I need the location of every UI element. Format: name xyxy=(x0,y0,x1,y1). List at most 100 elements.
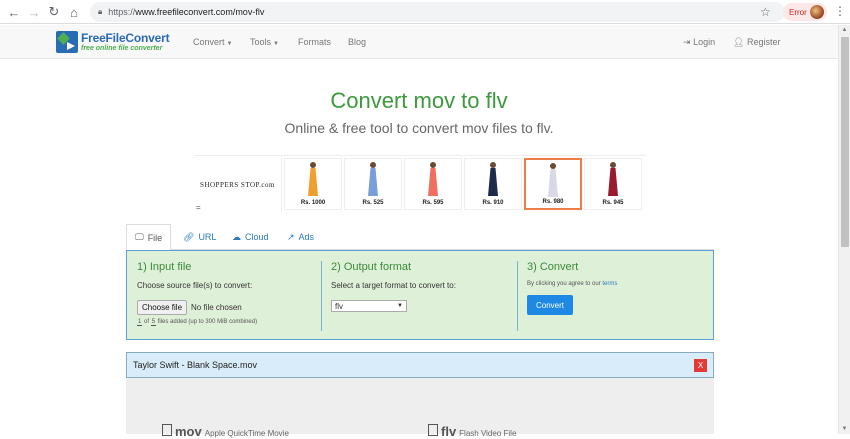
output-format-select[interactable]: flv ▼ xyxy=(331,300,407,312)
site-navbar: FreeFileConvert free online file convert… xyxy=(0,25,838,59)
convert-button[interactable]: Convert xyxy=(527,295,573,315)
ad-product-item[interactable]: Rs. 945 xyxy=(584,158,642,210)
logo-tagline: free online file converter xyxy=(81,45,163,52)
ad-menu-icon[interactable]: = xyxy=(196,203,201,212)
select-arrow-icon: ▼ xyxy=(397,303,403,309)
ad-product-item[interactable]: Rs. 525 xyxy=(344,158,402,210)
input-column: 1) Input file Choose source file(s) to c… xyxy=(137,261,317,331)
caret-down-icon: ▼ xyxy=(226,41,233,47)
ad-product-price: Rs. 595 xyxy=(422,200,444,206)
external-link-icon: ↗ xyxy=(287,231,295,242)
ad-product-price: Rs. 945 xyxy=(602,200,624,206)
output-prompt: Select a target format to convert to: xyxy=(331,281,456,290)
tab-ads[interactable]: ↗ Ads xyxy=(287,224,314,250)
page-scrollbar[interactable]: ▲ ▼ xyxy=(838,25,850,434)
back-arrow-icon[interactable]: ← xyxy=(4,2,24,22)
file-entry: Taylor Swift - Blank Space.mov X xyxy=(126,352,714,378)
login-link[interactable]: ⇥ Login xyxy=(683,37,715,48)
output-format-value: flv xyxy=(335,301,343,311)
input-prompt: Choose source file(s) to convert: xyxy=(137,281,253,290)
error-label: Error xyxy=(789,7,807,17)
cloud-icon: ☁ xyxy=(232,231,241,242)
ad-product-item[interactable]: Rs. 980 xyxy=(524,158,582,210)
output-column: 2) Output format Select a target format … xyxy=(331,261,511,331)
lock-icon: 🔒︎ xyxy=(98,7,103,16)
url-text: www.freefileconvert.com/mov-flv xyxy=(135,7,265,17)
tab-url-label: URL xyxy=(198,232,217,242)
caret-down-icon: ▼ xyxy=(273,41,279,47)
login-icon: ⇥ xyxy=(683,37,691,47)
scroll-thumb[interactable] xyxy=(841,37,849,247)
monitor-icon: 🖵︎ xyxy=(135,232,144,242)
product-image xyxy=(308,162,318,196)
avatar[interactable] xyxy=(810,5,824,19)
file-count-suffix: files added (up to 300 MiB combined) xyxy=(157,319,258,325)
input-title: 1) Input file xyxy=(137,261,192,273)
link-icon: 🔗︎ xyxy=(183,231,195,242)
terms-link[interactable]: terms xyxy=(602,281,617,287)
user-icon: 👤︎ xyxy=(733,37,745,47)
page-subtitle: Online & free tool to convert mov files … xyxy=(284,120,554,136)
ad-product-item[interactable]: Rs. 910 xyxy=(464,158,522,210)
convert-title: 3) Convert xyxy=(527,261,579,273)
tab-ads-label: Ads xyxy=(298,232,315,242)
remove-file-button[interactable]: X xyxy=(694,359,707,372)
menu-kebab-icon[interactable]: ⋮ xyxy=(834,4,846,18)
scroll-up-icon[interactable]: ▲ xyxy=(839,25,850,35)
target-format: flv Flash Video File xyxy=(428,424,516,439)
output-title: 2) Output format xyxy=(331,261,412,273)
file-count: 1 of 5 files added (up to 300 MiB combin… xyxy=(137,319,317,326)
column-divider xyxy=(517,261,518,331)
nav-formats-label: Formats xyxy=(298,37,332,47)
file-count-of: of xyxy=(144,319,150,325)
source-format: mov Apple QuickTime Movie xyxy=(162,424,289,439)
scroll-down-icon[interactable]: ▼ xyxy=(839,424,850,434)
nav-tools-label: Tools xyxy=(250,37,272,47)
nav-blog-label: Blog xyxy=(348,37,367,47)
ad-banner[interactable]: SHOPPERS STOP.com = Rs. 1000 Rs. 525 Rs. 5… xyxy=(194,155,646,213)
register-link[interactable]: 👤︎ Register xyxy=(733,37,780,48)
converter-panel: 1) Input file Choose source file(s) to c… xyxy=(126,250,714,340)
ad-product-item[interactable]: Rs. 595 xyxy=(404,158,462,210)
nav-tools[interactable]: Tools ▼ xyxy=(250,37,279,47)
browser-toolbar: ← → ↻ ⌂ 🔒︎ https:// www.freefileconvert.… xyxy=(0,0,850,24)
forward-arrow-icon[interactable]: → xyxy=(24,2,44,22)
file-doc-icon xyxy=(428,424,438,436)
no-file-text: No file chosen xyxy=(191,303,242,312)
product-image xyxy=(368,162,378,196)
page-title: Convert mov to flv xyxy=(330,88,508,113)
file-name: Taylor Swift - Blank Space.mov xyxy=(133,360,258,370)
site-logo[interactable]: FreeFileConvert free online file convert… xyxy=(56,29,170,55)
terms-text: By clicking you agree to our xyxy=(527,281,601,287)
convert-column: 3) Convert By clicking you agree to our … xyxy=(527,261,707,331)
product-image xyxy=(428,162,438,196)
home-icon[interactable]: ⌂ xyxy=(64,2,84,22)
ad-product-price: Rs. 910 xyxy=(482,200,504,206)
tab-file[interactable]: 🖵︎ File xyxy=(126,224,172,251)
address-bar[interactable]: 🔒︎ https:// www.freefileconvert.com/mov-… xyxy=(90,2,785,22)
reload-icon[interactable]: ↻ xyxy=(44,2,64,22)
nav-convert[interactable]: Convert ▼ xyxy=(193,37,232,47)
column-divider xyxy=(321,261,322,331)
register-label: Register xyxy=(746,37,781,47)
nav-formats[interactable]: Formats xyxy=(298,37,331,47)
choose-file-button[interactable]: Choose file xyxy=(137,300,188,315)
tab-file-label: File xyxy=(147,232,163,243)
tab-cloud[interactable]: ☁ Cloud xyxy=(232,224,269,250)
target-format-ext: flv xyxy=(441,424,457,439)
file-count-max: 5 xyxy=(150,319,157,326)
format-info-area: mov Apple QuickTime Movie flv Flash Vide… xyxy=(126,378,714,439)
login-label: Login xyxy=(693,37,716,47)
url-scheme: https:// xyxy=(108,7,136,17)
ad-brand-logo[interactable]: SHOPPERS STOP.com xyxy=(194,158,282,212)
logo-mark-icon xyxy=(56,31,78,53)
ad-product-item[interactable]: Rs. 1000 xyxy=(284,158,342,210)
tab-url[interactable]: 🔗︎ URL xyxy=(183,224,216,250)
nav-blog[interactable]: Blog xyxy=(348,37,366,47)
product-image xyxy=(548,163,558,197)
nav-convert-label: Convert xyxy=(193,37,225,47)
ad-product-price: Rs. 1000 xyxy=(300,200,326,206)
bookmark-star-icon[interactable]: ☆ xyxy=(760,5,771,19)
tab-cloud-label: Cloud xyxy=(245,232,269,242)
logo-title: FreeFileConvert xyxy=(81,31,170,45)
